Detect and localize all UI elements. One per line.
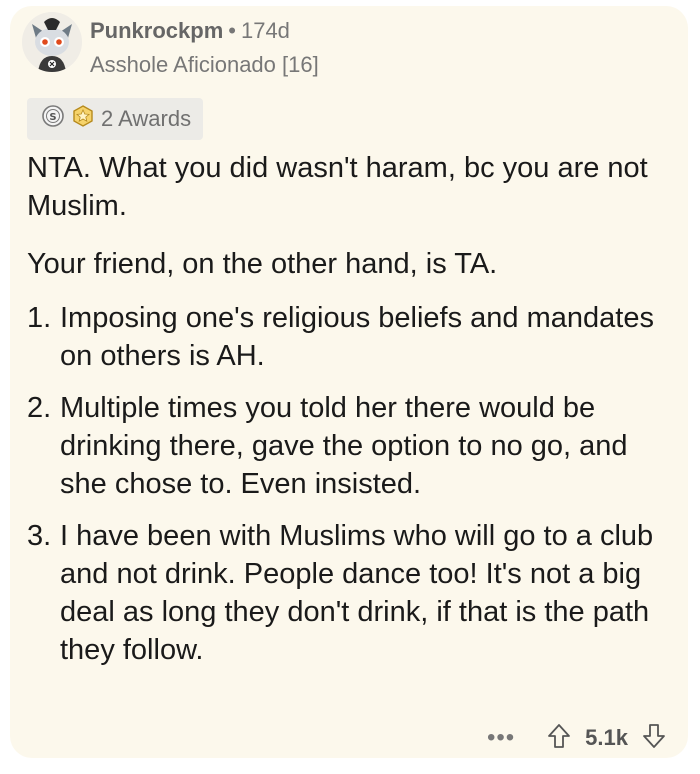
comment-meta: Punkrockpm • 174d [90, 18, 290, 44]
list-item-number: 2. [27, 392, 52, 424]
user-flair: Asshole Aficionado [16] [90, 52, 319, 77]
helpful-award-icon [71, 104, 95, 134]
comment-list: 1. Imposing one's religious beliefs and … [27, 299, 677, 669]
more-options-button[interactable]: ••• [487, 724, 515, 752]
list-item-text: I have been with Muslims who will go to … [60, 520, 654, 666]
upvote-arrow-icon[interactable] [547, 723, 571, 754]
list-item: 1. Imposing one's religious beliefs and … [27, 299, 677, 375]
comment-age: 174d [240, 18, 290, 43]
downvote-arrow-icon[interactable] [642, 723, 666, 754]
awards-badge[interactable]: S 2 Awards [27, 98, 204, 140]
comment-card: Punkrockpm • 174d Asshole Aficionado [16] … [10, 6, 688, 758]
list-item: 3. I have been with Muslims who will go … [27, 517, 677, 669]
comment-paragraph: NTA. What you did wasn't haram, bc you a… [27, 152, 648, 222]
svg-text:S: S [49, 112, 56, 123]
comment-paragraph: Your friend, on the other hand, is TA. [27, 248, 498, 280]
snoo-avatar-icon [22, 12, 82, 72]
vote-score: 5.1k [585, 725, 628, 750]
user-avatar-icon[interactable] [22, 12, 82, 72]
meta-separator: • [228, 18, 236, 43]
comment-actions: ••• 5.1k [487, 718, 666, 758]
list-item-number: 3. [27, 520, 52, 552]
list-item-text: Multiple times you told her there would … [60, 392, 628, 500]
comment-body: NTA. What you did wasn't haram, bc you a… [27, 149, 677, 683]
list-item-number: 1. [27, 302, 52, 334]
author-username[interactable]: Punkrockpm [90, 18, 223, 43]
list-item: 2. Multiple times you told her there wou… [27, 389, 677, 503]
awards-count-label: 2 Awards [101, 106, 192, 131]
list-item-text: Imposing one's religious beliefs and man… [60, 302, 654, 372]
silver-award-icon: S [41, 104, 65, 134]
